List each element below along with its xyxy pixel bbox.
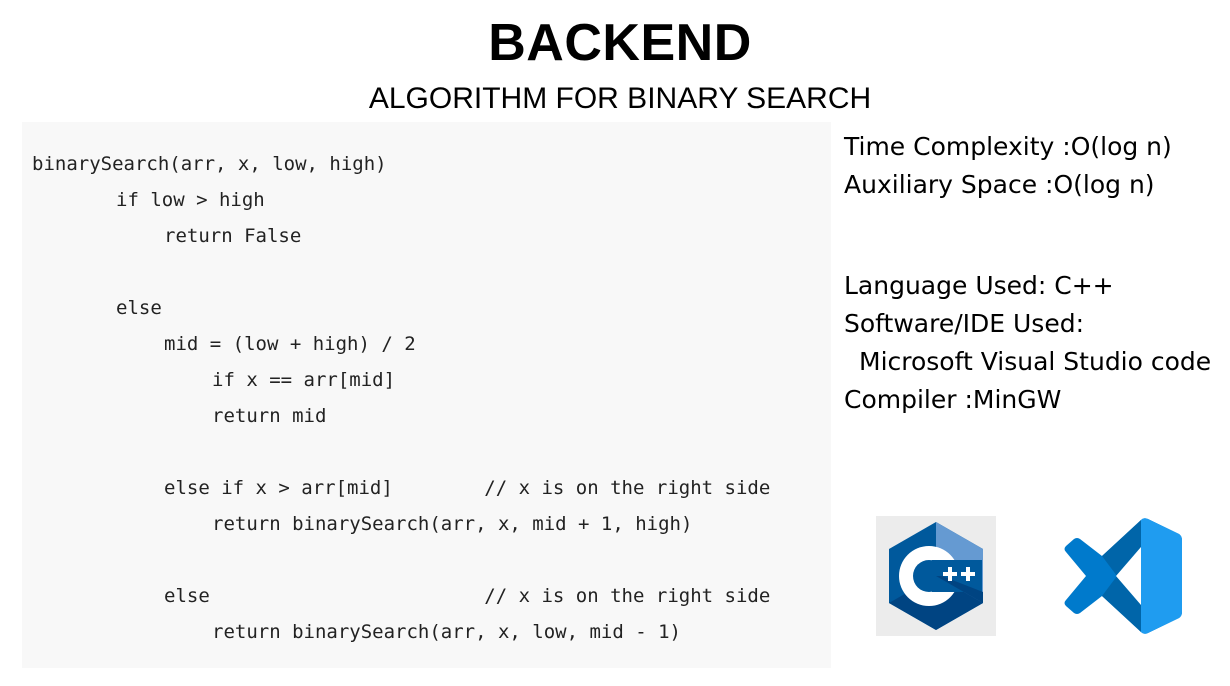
ide-name: Microsoft Visual Studio code xyxy=(859,347,1212,376)
time-complexity: Time Complexity :O(log n) xyxy=(844,132,1172,161)
auxiliary-space: Auxiliary Space :O(log n) xyxy=(844,170,1155,199)
code-line: return binarySearch(arr, x, low, mid - 1… xyxy=(212,621,681,643)
software-ide-label: Software/IDE Used: xyxy=(844,309,1084,338)
code-line: return mid xyxy=(212,405,327,427)
code-line: else xyxy=(116,297,162,319)
code-line: return binarySearch(arr, x, mid + 1, hig… xyxy=(212,513,693,535)
language-used: Language Used: C++ xyxy=(844,271,1114,300)
code-line: binarySearch(arr, x, low, high) xyxy=(32,153,387,175)
code-line: if low > high xyxy=(116,189,265,211)
code-line: else if x > arr[mid] // x is on the righ… xyxy=(164,477,771,499)
code-line: mid = (low + high) / 2 xyxy=(164,333,416,355)
page-title: BACKEND xyxy=(488,14,752,72)
code-line: return False xyxy=(164,225,302,247)
code-line: else // x is on the right side xyxy=(164,585,771,607)
code-block: binarySearch(arr, x, low, high) if low >… xyxy=(22,122,831,668)
cpp-logo-icon xyxy=(876,516,996,636)
vscode-logo-icon xyxy=(1062,517,1182,635)
page-subtitle: ALGORITHM FOR BINARY SEARCH xyxy=(368,82,872,115)
code-line: if x == arr[mid] xyxy=(212,369,396,391)
compiler: Compiler :MinGW xyxy=(844,385,1062,414)
